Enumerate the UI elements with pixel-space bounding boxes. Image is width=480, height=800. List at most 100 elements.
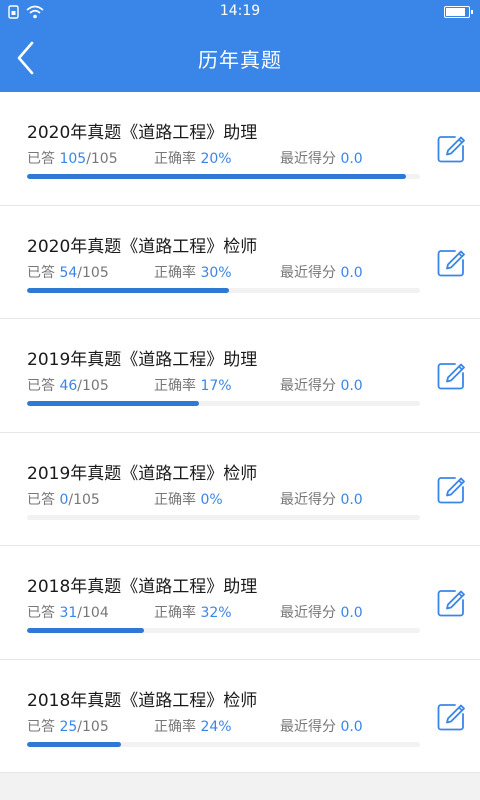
accuracy-label: 正确率 [154, 718, 196, 735]
accuracy-label: 正确率 [154, 264, 196, 281]
exam-item[interactable]: 2018年真题《道路工程》检师 已答 25/105 正确率 24% 最近得分 0… [0, 659, 480, 773]
score-stat: 最近得分 0.0 [280, 716, 363, 736]
status-bar: 14:19 [0, 0, 480, 24]
edit-button[interactable] [436, 134, 466, 164]
exam-item[interactable]: 2019年真题《道路工程》检师 已答 0/105 正确率 0% 最近得分 0.0 [0, 432, 480, 546]
accuracy-value: 30% [200, 264, 232, 281]
score-stat: 最近得分 0.0 [280, 148, 363, 168]
exam-item[interactable]: 2020年真题《道路工程》检师 已答 54/105 正确率 30% 最近得分 0… [0, 205, 480, 319]
answered-total: /105 [86, 151, 118, 167]
score-value: 0.0 [340, 151, 363, 167]
score-label: 最近得分 [280, 264, 336, 281]
exam-item[interactable]: 2020年真题《道路工程》助理 已答 105/105 正确率 20% 最近得分 … [0, 92, 480, 206]
accuracy-value: 0% [200, 491, 223, 508]
exam-title: 2018年真题《道路工程》助理 [27, 577, 258, 597]
progress-track [27, 741, 420, 747]
answered-total: /105 [77, 718, 109, 735]
accuracy-value: 24% [200, 718, 232, 735]
accuracy-stat: 正确率 20% [154, 148, 232, 168]
answered-stat: 已答 31/104 [27, 602, 109, 622]
score-value: 0.0 [340, 378, 363, 394]
score-label: 最近得分 [280, 378, 336, 394]
score-value: 0.0 [340, 718, 363, 735]
progress-bar [27, 741, 121, 747]
edit-button[interactable] [436, 248, 466, 278]
edit-icon [437, 249, 465, 276]
exam-title: 2020年真题《道路工程》检师 [27, 236, 258, 257]
accuracy-stat: 正确率 30% [154, 262, 232, 282]
accuracy-label: 正确率 [154, 378, 196, 394]
progress-bar [27, 628, 145, 633]
accuracy-value: 20% [200, 151, 232, 167]
accuracy-value: 32% [200, 605, 232, 621]
answered-total: /105 [68, 491, 100, 508]
progress-track [27, 514, 420, 520]
score-value: 0.0 [340, 491, 363, 508]
score-label: 最近得分 [280, 605, 336, 621]
score-label: 最近得分 [280, 151, 336, 167]
score-label: 最近得分 [280, 491, 336, 508]
answered-total: /105 [77, 378, 109, 394]
score-stat: 最近得分 0.0 [280, 375, 363, 395]
accuracy-stat: 正确率 0% [154, 489, 223, 509]
answered-count: 46 [59, 378, 78, 394]
answered-stat: 已答 54/105 [27, 262, 109, 282]
exam-title: 2018年真题《道路工程》检师 [27, 690, 258, 711]
edit-icon [437, 703, 465, 730]
answered-stat: 已答 105/105 [27, 148, 118, 168]
accuracy-stat: 正确率 32% [154, 602, 232, 622]
score-value: 0.0 [340, 264, 363, 281]
progress-track [27, 401, 420, 406]
answered-total: /104 [77, 605, 109, 621]
exam-item[interactable]: 2018年真题《道路工程》助理 已答 31/104 正确率 32% 最近得分 0… [0, 546, 480, 660]
edit-icon [437, 476, 465, 503]
answered-label: 已答 [27, 605, 55, 621]
score-stat: 最近得分 0.0 [280, 602, 363, 622]
progress-bar [27, 174, 407, 179]
accuracy-value: 17% [200, 378, 232, 394]
exam-item[interactable]: 2019年真题《道路工程》助理 已答 46/105 正确率 17% 最近得分 0… [0, 319, 480, 433]
accuracy-label: 正确率 [154, 605, 196, 621]
answered-label: 已答 [27, 378, 55, 394]
progress-track [27, 174, 420, 179]
edit-icon [437, 136, 465, 163]
edit-button[interactable] [436, 702, 466, 732]
answered-count: 54 [59, 264, 78, 281]
exam-title: 2019年真题《道路工程》助理 [27, 350, 258, 370]
progress-bar [27, 287, 229, 293]
answered-label: 已答 [27, 264, 55, 281]
edit-icon [437, 590, 465, 617]
accuracy-stat: 正确率 24% [154, 716, 232, 736]
progress-bar [27, 401, 200, 406]
score-value: 0.0 [340, 605, 363, 621]
edit-button[interactable] [436, 361, 466, 391]
status-time: 14:19 [219, 3, 261, 19]
progress-track [27, 628, 420, 633]
score-label: 最近得分 [280, 718, 336, 735]
answered-stat: 已答 46/105 [27, 375, 109, 395]
battery-icon [444, 6, 473, 18]
answered-label: 已答 [27, 491, 55, 508]
score-stat: 最近得分 0.0 [280, 262, 363, 282]
page-title: 历年真题 [198, 48, 282, 72]
answered-count: 31 [59, 605, 78, 621]
answered-label: 已答 [27, 718, 55, 735]
progress-track [27, 287, 420, 293]
answered-stat: 已答 0/105 [27, 489, 100, 509]
edit-icon [437, 363, 465, 390]
accuracy-label: 正确率 [154, 491, 196, 508]
exam-title: 2019年真题《道路工程》检师 [27, 463, 258, 484]
answered-count: 105 [59, 151, 87, 167]
edit-button[interactable] [436, 588, 466, 618]
answered-total: /105 [77, 264, 109, 281]
nav-bar: 历年真题 [0, 24, 480, 92]
accuracy-label: 正确率 [154, 151, 196, 167]
score-stat: 最近得分 0.0 [280, 489, 363, 509]
exam-title: 2020年真题《道路工程》助理 [27, 123, 258, 143]
accuracy-stat: 正确率 17% [154, 375, 232, 395]
answered-stat: 已答 25/105 [27, 716, 109, 736]
exam-list: 2020年真题《道路工程》助理 已答 105/105 正确率 20% 最近得分 … [0, 92, 480, 773]
edit-button[interactable] [436, 475, 466, 505]
answered-label: 已答 [27, 151, 55, 167]
answered-count: 25 [59, 718, 78, 735]
